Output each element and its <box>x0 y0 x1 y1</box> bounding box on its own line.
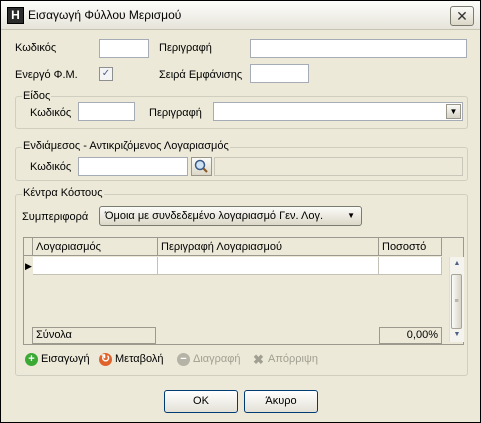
chevron-down-icon[interactable]: ▼ <box>446 104 461 119</box>
table-cell-account[interactable] <box>33 257 158 275</box>
behavior-label: Συμπεριφορά <box>22 211 89 223</box>
description-input[interactable] <box>250 39 467 58</box>
edit-label: Μεταβολή <box>115 353 164 365</box>
search-icon <box>194 159 208 173</box>
order-input[interactable] <box>250 64 309 83</box>
edit-button[interactable]: ↻ Μεταβολή <box>99 349 163 369</box>
type-code-label: Κωδικός <box>30 107 72 119</box>
scroll-thumb[interactable]: ≡ <box>451 274 462 329</box>
table-scrollbar[interactable]: ▲ ≡ ▼ <box>449 257 464 342</box>
close-button[interactable]: ✕ <box>450 6 474 26</box>
reject-label: Απόρριψη <box>268 353 318 365</box>
behavior-value: Όμοια με συνδεδεμένο λογαριασμό Γεν. Λογ… <box>105 210 324 222</box>
column-header-account-description[interactable]: Περιγραφή Λογαριασμού <box>158 238 379 256</box>
account-description-display <box>214 157 463 176</box>
cost-center-group-title: Κέντρα Κόστους <box>22 187 104 199</box>
type-code-input[interactable] <box>78 102 135 121</box>
behavior-dropdown[interactable]: Όμοια με συνδεδεμένο λογαριασμό Γεν. Λογ… <box>99 206 362 226</box>
account-code-input[interactable] <box>78 157 188 176</box>
delete-button[interactable]: − Διαγραφή <box>177 349 241 369</box>
delete-label: Διαγραφή <box>193 353 241 365</box>
insert-button[interactable]: + Εισαγωγή <box>25 349 90 369</box>
account-code-label: Κωδικός <box>30 161 72 173</box>
active-label: Ενεργό Φ.Μ. <box>15 69 78 81</box>
totals-label: Σύνολα <box>32 327 156 344</box>
type-description-label: Περιγραφή <box>149 107 202 119</box>
current-row-icon: ▶ <box>25 261 32 271</box>
column-header-percentage[interactable]: Ποσοστό <box>379 238 442 256</box>
account-group-title: Ενδιάμεσος - Αντικριζόμενος Λογαριασμός <box>22 140 230 152</box>
active-checkbox[interactable]: ✓ <box>99 67 113 81</box>
code-input[interactable] <box>99 39 149 58</box>
scroll-up-icon[interactable]: ▲ <box>450 257 464 271</box>
reject-button[interactable]: ✖ Απόρριψη <box>252 349 318 369</box>
cancel-x-icon: ✖ <box>253 351 264 367</box>
app-icon: H <box>7 7 24 24</box>
row-indicator-header <box>24 238 33 256</box>
remove-icon: − <box>177 352 190 366</box>
title-bar[interactable]: H Εισαγωγή Φύλλου Μερισμού ✕ <box>1 1 480 30</box>
window-title: Εισαγωγή Φύλλου Μερισμού <box>28 8 182 22</box>
type-description-select[interactable]: ▼ <box>213 102 463 121</box>
scroll-down-icon[interactable]: ▼ <box>450 328 464 342</box>
dialog-window: H Εισαγωγή Φύλλου Μερισμού ✕ Κωδικός Περ… <box>0 0 481 423</box>
insert-label: Εισαγωγή <box>41 353 90 365</box>
cancel-button[interactable]: Άκυρο <box>244 390 318 413</box>
table-cell-percentage[interactable] <box>379 257 442 275</box>
edit-icon: ↻ <box>99 352 112 366</box>
totals-value: 0,00% <box>379 327 442 344</box>
description-label: Περιγραφή <box>159 42 212 54</box>
table-cell-account-description[interactable] <box>158 257 379 275</box>
order-label: Σειρά Εμφάνισης <box>159 69 243 81</box>
column-header-account[interactable]: Λογαριασμός <box>33 238 158 256</box>
chevron-down-icon: ▼ <box>347 211 355 220</box>
code-label: Κωδικός <box>15 42 57 54</box>
ok-button[interactable]: OK <box>164 390 238 413</box>
account-lookup-button[interactable] <box>191 157 212 176</box>
add-icon: + <box>25 352 38 366</box>
type-group-title: Είδος <box>22 90 52 102</box>
